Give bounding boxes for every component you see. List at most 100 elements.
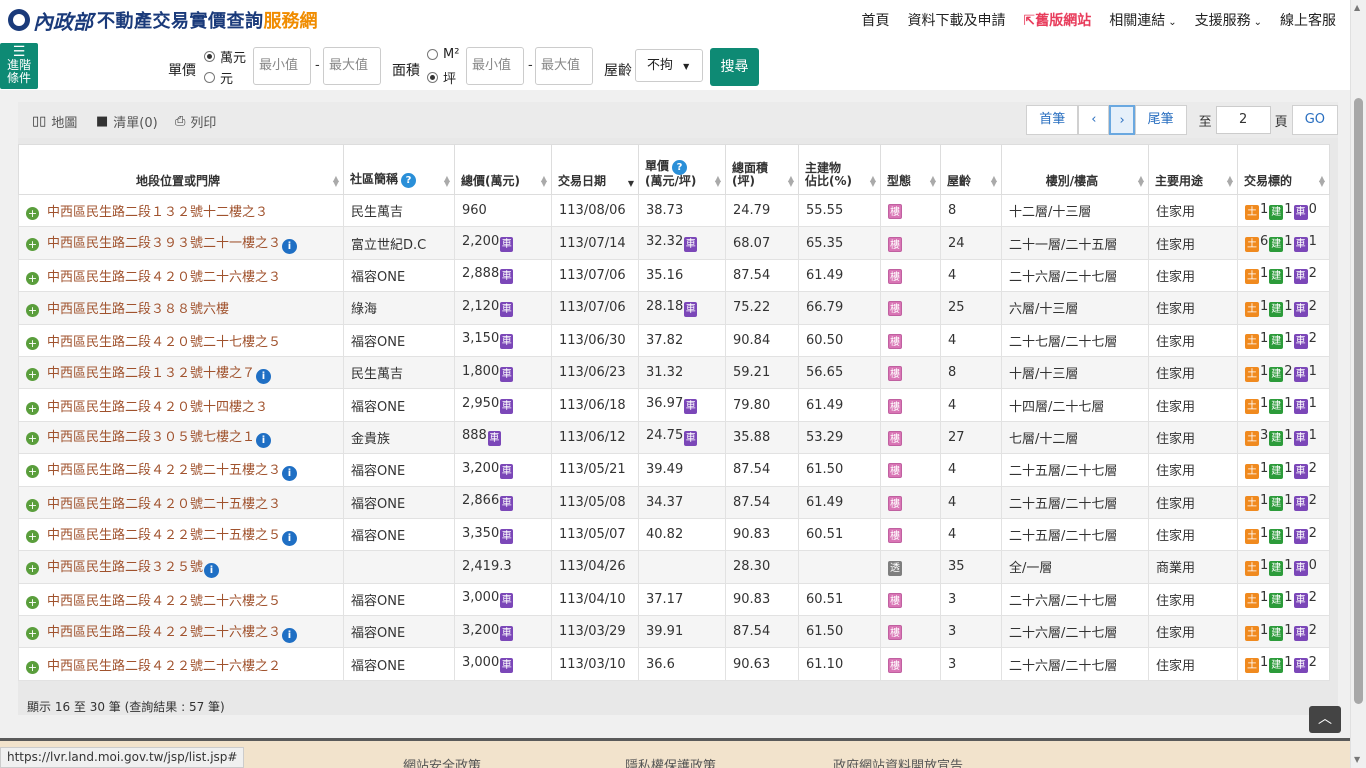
nav-legacy-site[interactable]: ⇱舊版網站 (1023, 10, 1091, 30)
table-row[interactable]: + 中西區民生路二段３２５號 i 2,419.3 113/04/26 28.30 透 35 全/… (18, 550, 1330, 584)
expand-plus-icon[interactable]: + (26, 401, 39, 415)
table-row[interactable]: + 中西區民生路二段４２０號二十七樓之５ 福容ONE 3,150 車 113/06/30 3… (18, 323, 1330, 357)
cell-address[interactable]: + 中西區民生路二段３０５號七樓之１ i (18, 420, 344, 455)
info-icon[interactable]: i (282, 530, 298, 546)
nav-home[interactable]: 首頁 (861, 10, 889, 30)
address-link[interactable]: 中西區民生路二段４２２號二十六樓之３ (47, 625, 281, 640)
back-to-top-button[interactable]: ︿ (1309, 706, 1341, 733)
expand-plus-icon[interactable]: + (26, 336, 39, 350)
address-link[interactable]: 中西區民生路二段１３２號十樓之７ (47, 366, 255, 381)
table-row[interactable]: + 中西區民生路二段４２０號十四樓之３ 福容ONE 2,950 車 113/06/18 36… (18, 388, 1330, 422)
address-link[interactable]: 中西區民生路二段３９３號二十一樓之３ (47, 236, 281, 251)
address-link[interactable]: 中西區民生路二段４２２號二十五樓之３ (47, 463, 281, 478)
nav-online-service[interactable]: 線上客服 (1280, 10, 1336, 30)
expand-plus-icon[interactable]: + (26, 529, 39, 543)
next-page-button[interactable]: › (1109, 105, 1135, 135)
table-row[interactable]: + 中西區民生路二段４２２號二十五樓之３ i 福容ONE 3,200 車 113/05/21… (18, 453, 1330, 487)
advanced-filter-button[interactable]: ☰ 進階 條件 (0, 43, 38, 89)
address-link[interactable]: 中西區民生路二段４２２號二十六樓之５ (47, 594, 281, 609)
expand-plus-icon[interactable]: + (26, 238, 39, 252)
cell-address[interactable]: + 中西區民生路二段１３２號十二樓之３ (18, 193, 344, 228)
first-page-button[interactable]: 首筆 (1026, 105, 1079, 135)
cell-address[interactable]: + 中西區民生路二段４２０號二十七樓之５ (18, 323, 344, 357)
address-link[interactable]: 中西區民生路二段３０５號七樓之１ (47, 430, 255, 445)
footer-link-opendata[interactable]: 政府網站資料開放宣告 (833, 755, 963, 768)
cell-address[interactable]: + 中西區民生路二段４２０號十四樓之３ (18, 388, 344, 422)
prev-page-button[interactable]: ‹ (1078, 105, 1110, 135)
table-row[interactable]: + 中西區民生路二段４２０號二十六樓之３ 福容ONE 2,888 車 113/07/06 3… (18, 258, 1330, 293)
nav-related-links[interactable]: 相關連結 ⌄ (1109, 10, 1176, 30)
go-button[interactable]: GO (1291, 105, 1338, 135)
map-view-button[interactable]: ▯▯ 地圖 (32, 112, 77, 131)
address-link[interactable]: 中西區民生路二段４２２號二十六樓之２ (47, 659, 281, 674)
expand-plus-icon[interactable]: + (26, 367, 39, 381)
table-row[interactable]: + 中西區民生路二段４２２號二十六樓之２ 福容ONE 3,000 車 113/03/10 3… (18, 647, 1330, 681)
cell-address[interactable]: + 中西區民生路二段３９３號二十一樓之３ i (18, 226, 344, 260)
table-row[interactable]: + 中西區民生路二段１３２號十二樓之３ 民生萬吉 960 113/08/06 38.73 2… (18, 193, 1330, 228)
cell-address[interactable]: + 中西區民生路二段４２０號二十六樓之３ (18, 258, 344, 293)
unit-price-min-input[interactable]: 最小值 (253, 47, 311, 85)
vertical-scrollbar[interactable]: ▲ ▼ (1350, 0, 1366, 768)
help-icon[interactable]: ? (401, 173, 417, 188)
col-community[interactable]: 社區簡稱? ▲ ▼ (343, 144, 455, 195)
col-main-ratio[interactable]: 主建物 佔比(%) ▲ ▼ (798, 144, 881, 195)
address-link[interactable]: 中西區民生路二段３２５號 (47, 560, 203, 575)
last-page-button[interactable]: 尾筆 (1134, 105, 1187, 135)
col-unit-price[interactable]: 單價? (萬元/坪) ▲ ▼ (638, 144, 726, 195)
info-icon[interactable]: i (282, 239, 298, 255)
table-row[interactable]: + 中西區民生路二段３９３號二十一樓之３ i 富立世紀D.C 2,200 車 113/07/… (18, 226, 1330, 260)
area-max-input[interactable]: 最大值 (535, 47, 593, 85)
nav-download[interactable]: 資料下載及申請 (907, 10, 1005, 30)
expand-plus-icon[interactable]: + (26, 304, 39, 318)
col-total-price[interactable]: 總價(萬元) ▲ ▼ (454, 144, 552, 195)
address-link[interactable]: 中西區民生路二段４２０號二十五樓之３ (47, 497, 281, 512)
info-icon[interactable]: i (256, 368, 272, 384)
cell-address[interactable]: + 中西區民生路二段４２２號二十六樓之５ (18, 582, 344, 617)
cell-address[interactable]: + 中西區民生路二段３２５號 i (18, 550, 344, 584)
col-usage[interactable]: 主要用途 ▲ ▼ (1148, 144, 1238, 195)
site-logo[interactable]: 內政部 不動產交易實價查詢 服務網 (0, 6, 318, 35)
expand-plus-icon[interactable]: + (26, 660, 39, 674)
area-option-ping[interactable]: 坪 (427, 68, 456, 87)
table-row[interactable]: + 中西區民生路二段４２２號二十五樓之５ i 福容ONE 3,350 車 113/05/07… (18, 517, 1330, 552)
expand-plus-icon[interactable]: + (26, 626, 39, 640)
info-icon[interactable]: i (282, 465, 298, 481)
col-floor[interactable]: 樓別/樓高 ▲ ▼ (1001, 144, 1149, 195)
table-row[interactable]: + 中西區民生路二段３８８號六樓 綠海 2,120 車 113/07/06 28.18 車 75… (18, 291, 1330, 325)
col-target[interactable]: 交易標的 ▲ ▼ (1237, 144, 1330, 195)
address-link[interactable]: 中西區民生路二段４２２號二十五樓之５ (47, 528, 281, 543)
info-icon[interactable]: i (282, 627, 298, 643)
expand-plus-icon[interactable]: + (26, 432, 39, 446)
info-icon[interactable]: i (256, 433, 272, 449)
expand-plus-icon[interactable]: + (26, 271, 39, 285)
cell-address[interactable]: + 中西區民生路二段４２２號二十五樓之５ i (18, 517, 344, 552)
address-link[interactable]: 中西區民生路二段３８８號六樓 (47, 302, 229, 317)
table-row[interactable]: + 中西區民生路二段４２２號二十六樓之５ 福容ONE 3,000 車 113/04/10 3… (18, 582, 1330, 617)
cell-address[interactable]: + 中西區民生路二段３８８號六樓 (18, 291, 344, 325)
cell-address[interactable]: + 中西區民生路二段４２２號二十六樓之２ (18, 647, 344, 681)
col-date[interactable]: 交易日期 ▼ (551, 144, 639, 195)
address-link[interactable]: 中西區民生路二段１３２號十二樓之３ (47, 205, 268, 220)
area-min-input[interactable]: 最小值 (466, 47, 524, 85)
print-button[interactable]: ⎙ 列印 (175, 112, 216, 131)
address-link[interactable]: 中西區民生路二段４２０號二十六樓之３ (47, 270, 281, 285)
address-link[interactable]: 中西區民生路二段４２０號二十七樓之５ (47, 335, 281, 350)
expand-plus-icon[interactable]: + (26, 595, 39, 609)
search-button[interactable]: 搜尋 (710, 48, 759, 86)
table-row[interactable]: + 中西區民生路二段４２０號二十五樓之３ 福容ONE 2,866 車 113/05/08 3… (18, 485, 1330, 519)
age-select[interactable]: 不拘 ▼ (635, 49, 703, 82)
scroll-up-arrow-icon[interactable]: ▲ (1354, 3, 1360, 12)
col-address[interactable]: 地段位置或門牌 ▲ ▼ (18, 144, 344, 195)
cell-address[interactable]: + 中西區民生路二段４２２號二十五樓之３ i (18, 453, 344, 487)
scroll-down-arrow-icon[interactable]: ▼ (1354, 755, 1360, 764)
col-area[interactable]: 總面積 (坪) ▲ ▼ (725, 144, 799, 195)
nav-support[interactable]: 支援服務 ⌄ (1195, 10, 1262, 30)
area-option-m2[interactable]: M² (427, 47, 459, 62)
expand-plus-icon[interactable]: + (26, 464, 39, 478)
unit-price-max-input[interactable]: 最大值 (323, 47, 381, 85)
unit-price-option-yuan[interactable]: 元 (204, 68, 233, 87)
list-view-button[interactable]: ■ 清單(0) (96, 112, 158, 131)
footer-link-security[interactable]: 網站安全政策 (403, 755, 481, 768)
table-row[interactable]: + 中西區民生路二段１３２號十樓之７ i 民生萬吉 1,800 車 113/06/23 31.… (18, 355, 1330, 390)
cell-address[interactable]: + 中西區民生路二段１３２號十樓之７ i (18, 355, 344, 390)
